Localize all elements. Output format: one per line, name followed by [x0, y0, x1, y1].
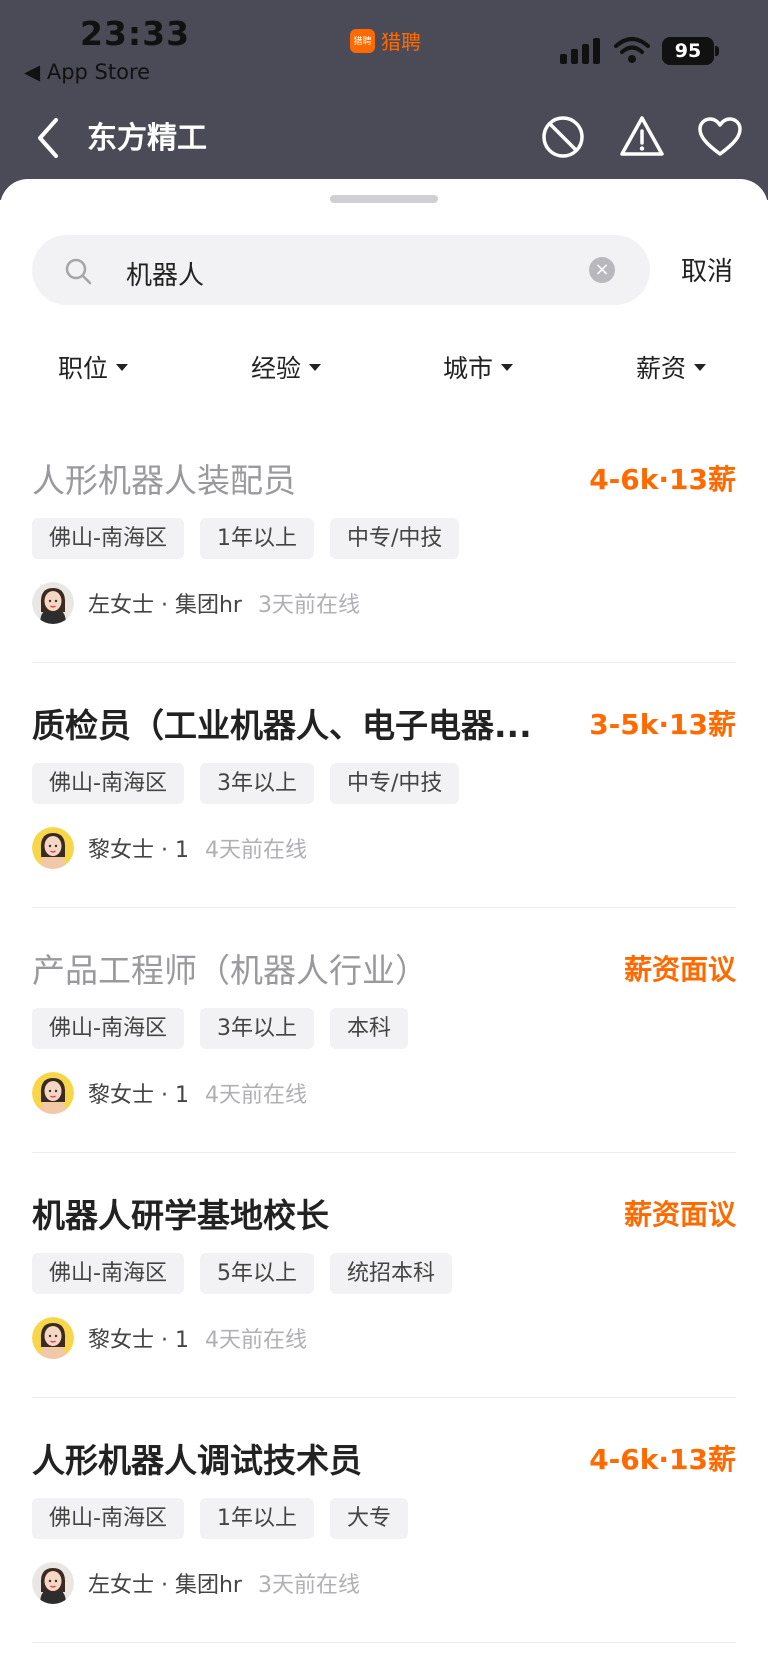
search-input[interactable]: 机器人 ×: [32, 235, 650, 305]
job-salary: 3-5k·13薪: [589, 708, 736, 741]
recruiter-avatar: [32, 1317, 74, 1359]
recruiter-avatar: [32, 582, 74, 624]
search-sheet: 机器人 × 取消 职位 经验 城市 薪资 人形机器人装配员 4-6k·13薪 佛…: [0, 179, 768, 1663]
recruiter-name: 左女士 · 集团hr: [88, 1573, 242, 1598]
filter-position[interactable]: 职位: [58, 349, 129, 385]
job-card[interactable]: 产品工程师（机器人行业） 薪资面议 佛山-南海区 3年以上 本科 黎女士 · 1…: [0, 908, 768, 1153]
job-title: 人形机器人装配员: [32, 461, 296, 500]
job-title: 机器人研学基地校长: [32, 1196, 329, 1235]
recruiter-name: 黎女士 · 1: [88, 838, 189, 863]
online-status: 4天前在线: [204, 838, 307, 863]
job-tags: 佛山-南海区 5年以上 统招本科: [32, 1253, 452, 1294]
wifi-icon: [614, 37, 650, 63]
filter-label: 职位: [58, 354, 109, 383]
job-card[interactable]: 机器人研学基地校长 薪资面议 佛山-南海区 5年以上 统招本科 黎女士 · 1 …: [0, 1153, 768, 1398]
job-card[interactable]: 人形机器人装配员 4-6k·13薪 佛山-南海区 1年以上 中专/中技 左女士 …: [0, 418, 768, 663]
block-icon[interactable]: [540, 114, 586, 160]
recruiter-info: 黎女士 · 1 4天前在线: [32, 827, 307, 869]
tag-location: 佛山-南海区: [32, 1253, 184, 1294]
tag-experience: 5年以上: [199, 1253, 314, 1294]
tag-education: 统招本科: [329, 1253, 452, 1294]
favorite-heart-icon[interactable]: [697, 114, 743, 160]
divider: [32, 1642, 736, 1643]
job-title: 质检员（工业机器人、电子电器...: [32, 706, 532, 745]
search-icon: [65, 258, 92, 285]
job-tags: 佛山-南海区 3年以上 本科: [32, 1008, 408, 1049]
job-card[interactable]: 质检员（工业机器人、电子电器... 3-5k·13薪 佛山-南海区 3年以上 中…: [0, 663, 768, 908]
job-salary: 4-6k·13薪: [589, 463, 736, 496]
brand: 猎聘 猎聘: [350, 26, 421, 55]
job-tags: 佛山-南海区 1年以上 中专/中技: [32, 518, 460, 559]
filter-salary[interactable]: 薪资: [636, 349, 707, 385]
dropdown-caret-icon: [309, 363, 322, 371]
brand-logo-icon: 猎聘: [350, 28, 375, 53]
tag-experience: 3年以上: [199, 763, 314, 804]
recruiter-info: 左女士 · 集团hr 3天前在线: [32, 582, 360, 624]
tag-location: 佛山-南海区: [32, 763, 184, 804]
job-title: 产品工程师（机器人行业）: [32, 951, 428, 990]
tag-experience: 1年以上: [199, 1498, 314, 1539]
recruiter-avatar: [32, 827, 74, 869]
recruiter-info: 左女士 · 集团hr 3天前在线: [32, 1562, 360, 1604]
dropdown-caret-icon: [116, 363, 129, 371]
cellular-signal-icon: [560, 38, 600, 64]
filter-city[interactable]: 城市: [443, 349, 514, 385]
recruiter-name: 黎女士 · 1: [88, 1328, 189, 1353]
tag-experience: 1年以上: [199, 518, 314, 559]
recruiter-avatar: [32, 1072, 74, 1114]
back-to-app-store[interactable]: ◀ App Store: [24, 60, 150, 84]
tag-experience: 3年以上: [199, 1008, 314, 1049]
tag-education: 中专/中技: [329, 763, 460, 804]
online-status: 3天前在线: [257, 1573, 360, 1598]
sheet-drag-handle[interactable]: [330, 195, 438, 203]
filter-bar: 职位 经验 城市 薪资: [0, 349, 768, 389]
tag-location: 佛山-南海区: [32, 518, 184, 559]
status-time: 23:33: [80, 14, 191, 53]
dropdown-caret-icon: [694, 363, 707, 371]
filter-label: 经验: [251, 354, 302, 383]
recruiter-info: 黎女士 · 1 4天前在线: [32, 1317, 307, 1359]
job-salary: 4-6k·13薪: [589, 1443, 736, 1476]
dropdown-caret-icon: [501, 363, 514, 371]
report-warning-icon[interactable]: [619, 114, 665, 160]
recruiter-name: 左女士 · 集团hr: [88, 593, 242, 618]
online-status: 4天前在线: [204, 1083, 307, 1108]
tag-education: 本科: [329, 1008, 408, 1049]
job-tags: 佛山-南海区 1年以上 大专: [32, 1498, 408, 1539]
filter-experience[interactable]: 经验: [251, 349, 322, 385]
recruiter-name: 黎女士 · 1: [88, 1083, 189, 1108]
battery-nub: [715, 46, 719, 56]
recruiter-info: 黎女士 · 1 4天前在线: [32, 1072, 307, 1114]
tag-location: 佛山-南海区: [32, 1008, 184, 1049]
job-title: 人形机器人调试技术员: [32, 1441, 362, 1480]
filter-label: 薪资: [636, 354, 687, 383]
tag-education: 中专/中技: [329, 518, 460, 559]
online-status: 4天前在线: [204, 1328, 307, 1353]
job-tags: 佛山-南海区 3年以上 中专/中技: [32, 763, 460, 804]
cancel-button[interactable]: 取消: [681, 251, 733, 288]
job-salary: 薪资面议: [623, 953, 736, 986]
search-query: 机器人: [126, 261, 205, 291]
company-title: 东方精工: [87, 121, 207, 156]
recruiter-avatar: [32, 1562, 74, 1604]
top-header: 23:33 ◀ App Store 猎聘 猎聘 95 东方精工: [0, 0, 768, 200]
brand-name: 猎聘: [381, 30, 421, 54]
back-chevron-icon[interactable]: [32, 114, 64, 162]
job-salary: 薪资面议: [623, 1198, 736, 1231]
battery-indicator: 95: [662, 37, 714, 65]
clear-search-icon[interactable]: ×: [589, 257, 615, 283]
tag-location: 佛山-南海区: [32, 1498, 184, 1539]
online-status: 3天前在线: [257, 593, 360, 618]
filter-label: 城市: [443, 354, 494, 383]
job-card[interactable]: 人形机器人调试技术员 4-6k·13薪 佛山-南海区 1年以上 大专 左女士 ·…: [0, 1398, 768, 1643]
tag-education: 大专: [329, 1498, 408, 1539]
